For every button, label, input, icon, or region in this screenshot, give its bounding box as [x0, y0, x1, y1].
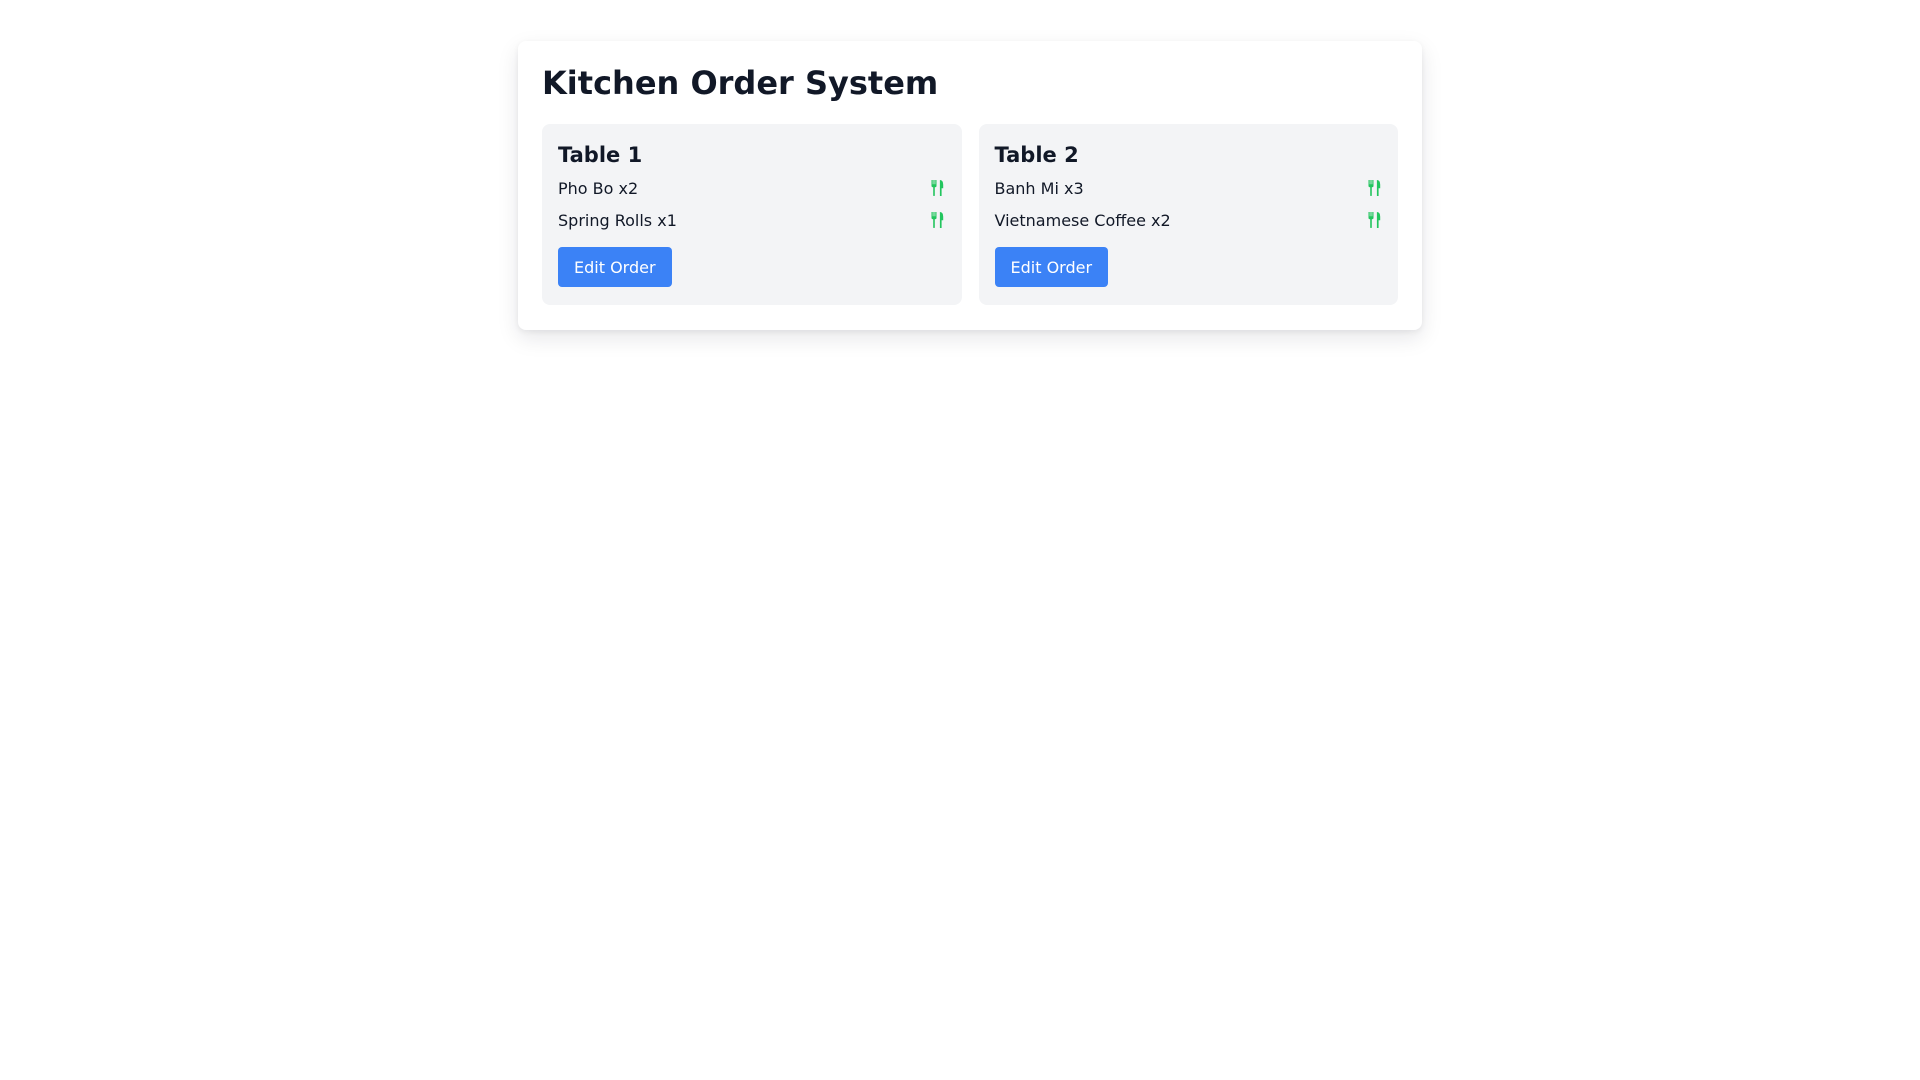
- order-panel: Kitchen Order System Table 1 Pho Bo x2 S…: [518, 41, 1422, 330]
- page-title: Kitchen Order System: [542, 64, 939, 102]
- utensils-icon[interactable]: [1366, 179, 1382, 197]
- order-item-label: Vietnamese Coffee x2: [994, 210, 1171, 230]
- order-item: Banh Mi x3: [995, 175, 1383, 201]
- order-item: Vietnamese Coffee x2: [995, 207, 1383, 233]
- table-card-2: Table 2 Banh Mi x3 Vietnamese Coffee x2 …: [978, 124, 1398, 305]
- edit-order-button[interactable]: Edit Order: [558, 247, 672, 287]
- order-items-list: Banh Mi x3 Vietnamese Coffee x2: [995, 175, 1383, 233]
- order-item-label: Banh Mi x3: [994, 178, 1084, 198]
- table-card-1: Table 1 Pho Bo x2 Spring Rolls x1 Edit O…: [542, 124, 962, 305]
- order-item: Spring Rolls x1: [558, 207, 946, 233]
- utensils-icon[interactable]: [1366, 211, 1382, 229]
- order-item-label: Spring Rolls x1: [558, 210, 677, 230]
- order-item: Pho Bo x2: [558, 175, 946, 201]
- order-items-list: Pho Bo x2 Spring Rolls x1: [558, 175, 946, 233]
- order-item-label: Pho Bo x2: [558, 178, 639, 198]
- tables-grid: Table 1 Pho Bo x2 Spring Rolls x1 Edit O…: [542, 124, 1398, 305]
- table-title: Table 2: [994, 143, 1079, 167]
- edit-order-button[interactable]: Edit Order: [994, 247, 1109, 287]
- utensils-icon[interactable]: [930, 179, 946, 197]
- utensils-icon[interactable]: [930, 211, 946, 229]
- table-title: Table 1: [558, 143, 643, 167]
